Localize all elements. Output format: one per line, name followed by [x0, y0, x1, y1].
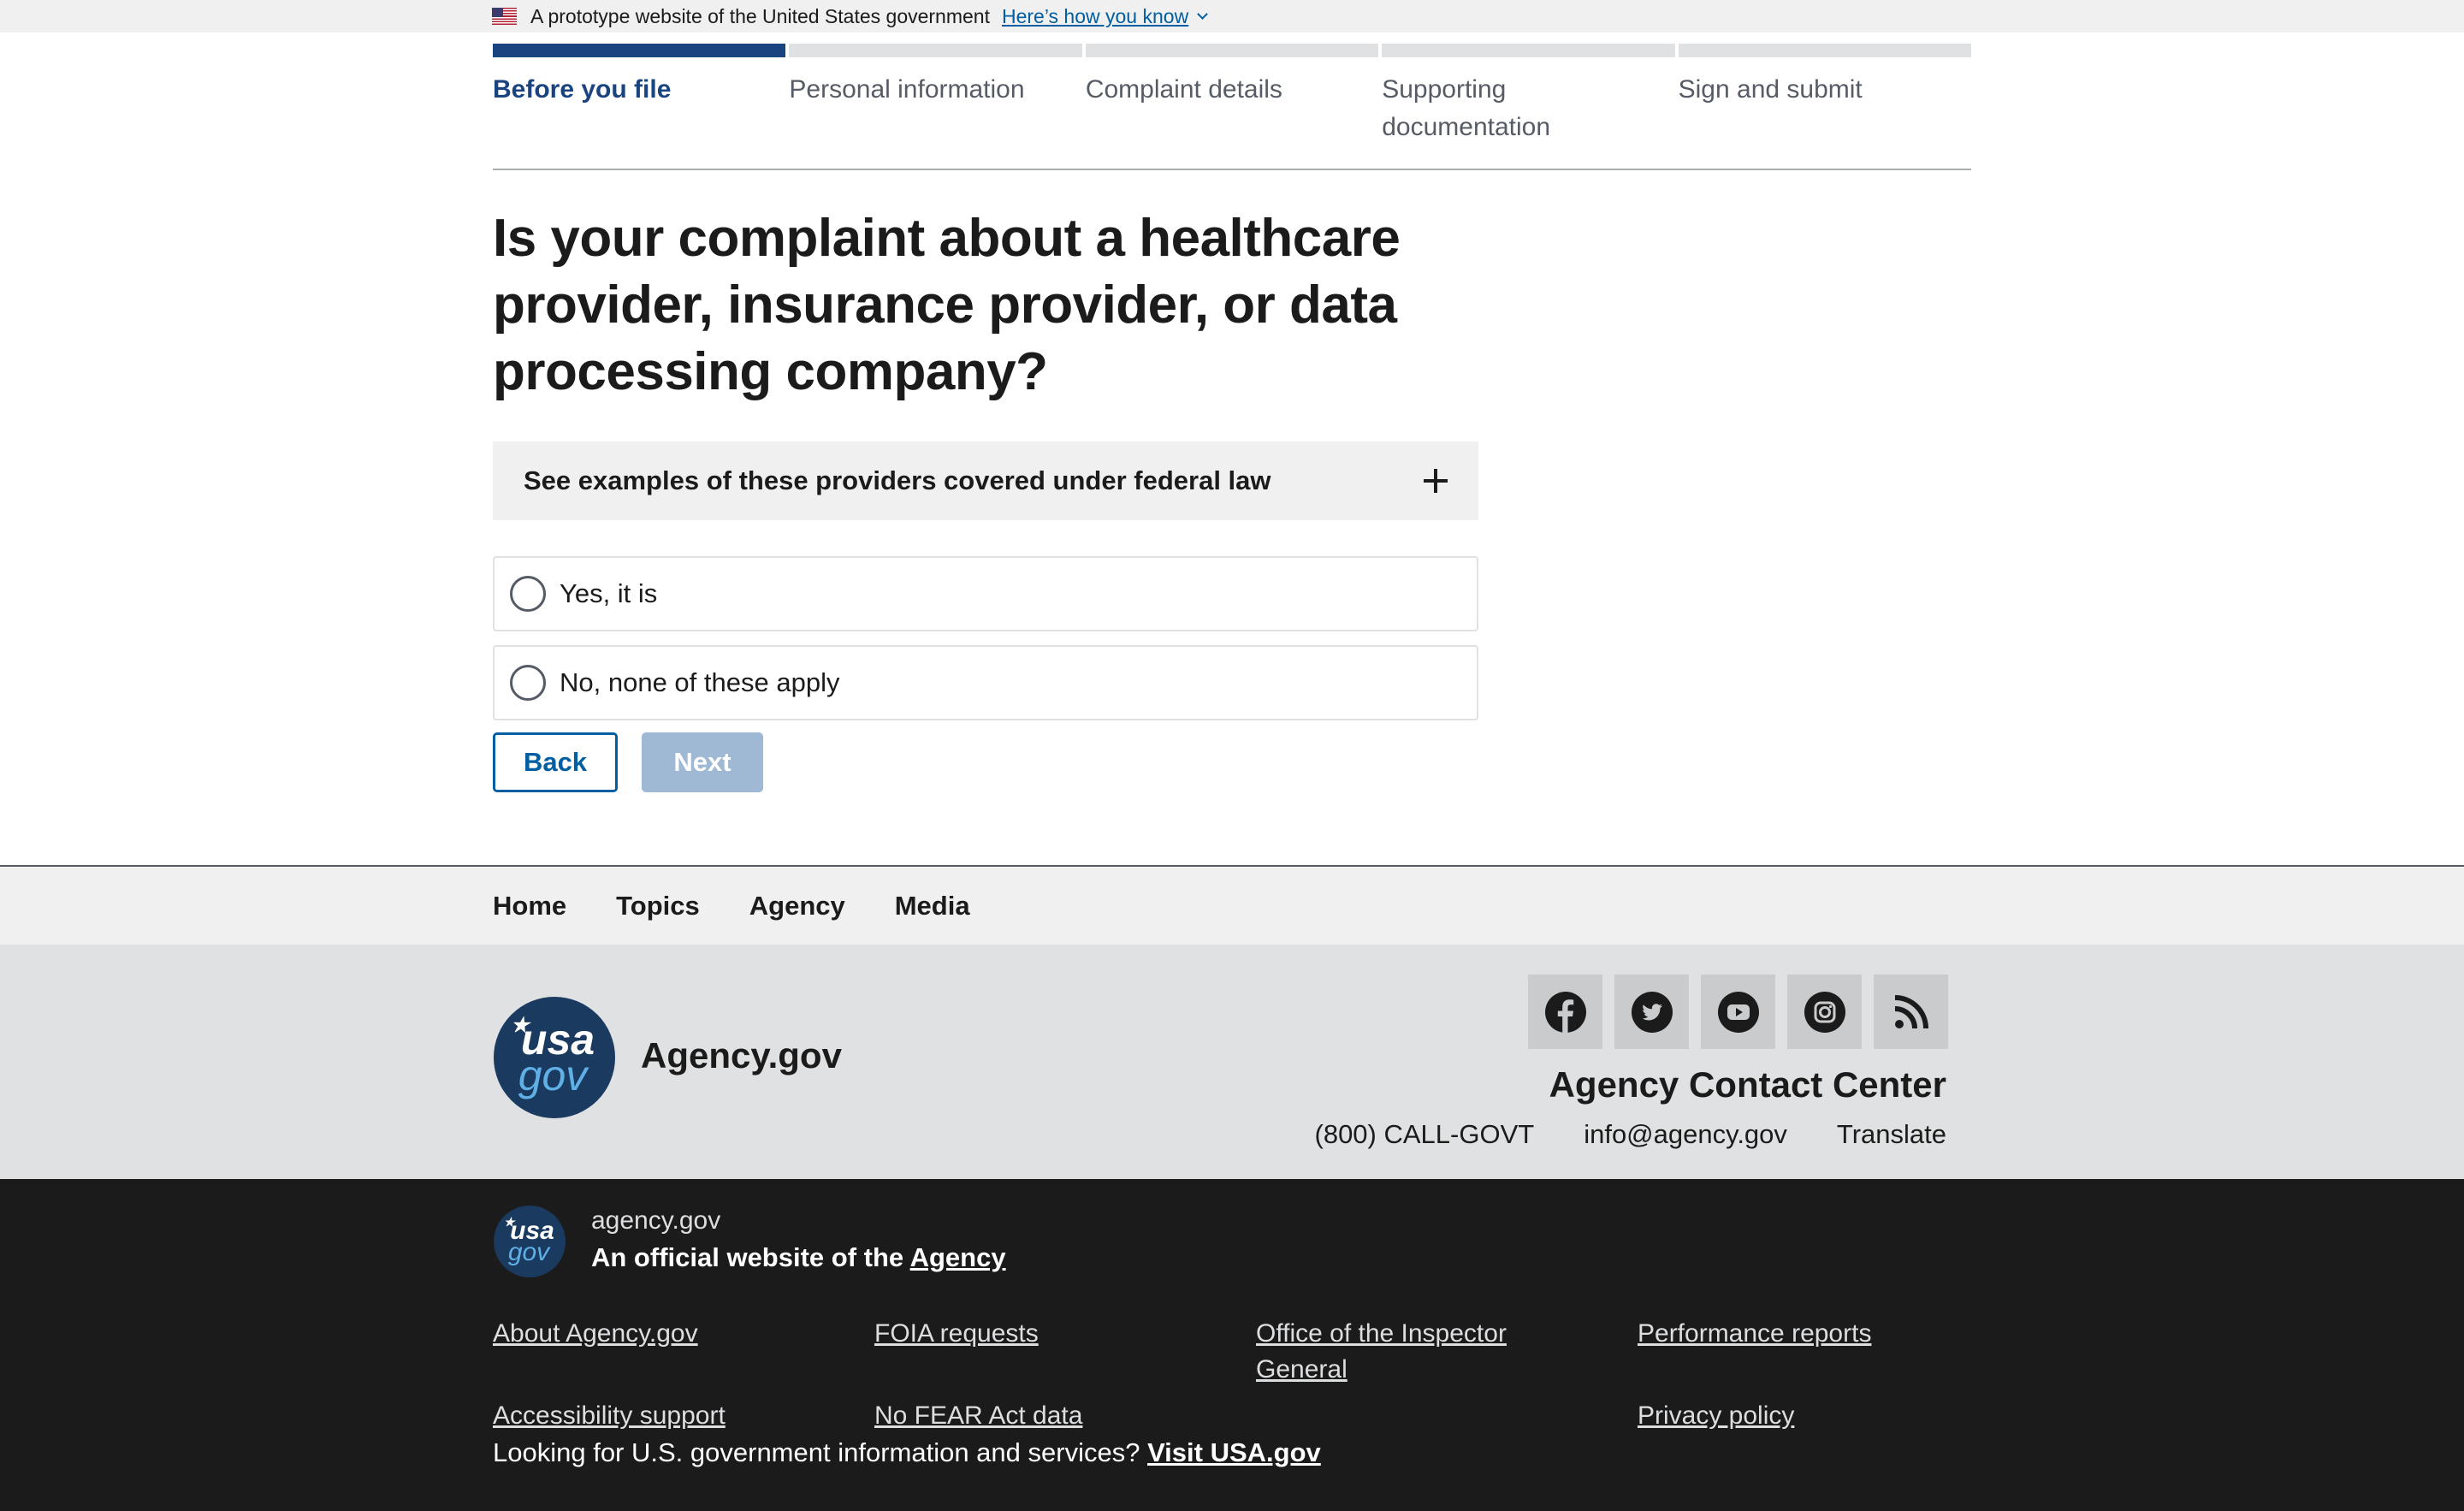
email-link[interactable]: info@agency.gov	[1584, 1119, 1787, 1150]
step-label: Sign and submit	[1678, 75, 1863, 104]
instagram-icon	[1804, 991, 1845, 1033]
step-supporting-documentation: Supporting documentation	[1382, 44, 1675, 146]
identifier: ★ usa gov agency.gov An official website…	[0, 1179, 2464, 1511]
next-button[interactable]: Next	[642, 732, 763, 792]
identifier-official-text: An official website of the Agency	[591, 1242, 1006, 1273]
radio-option-no[interactable]: No, none of these apply	[493, 645, 1478, 720]
identifier-domain: agency.gov	[591, 1206, 721, 1235]
usagov-logo-small[interactable]: ★ usa gov	[494, 1206, 566, 1277]
phone-link[interactable]: (800) CALL-GOVT	[1315, 1119, 1535, 1150]
twitter-link[interactable]	[1614, 975, 1689, 1049]
empty-cell	[1256, 1398, 1638, 1434]
footer-nav-topics[interactable]: Topics	[616, 891, 700, 921]
step-label: Personal information	[789, 75, 1025, 104]
youtube-link[interactable]	[1701, 975, 1775, 1049]
identifier-links: About Agency.gov FOIA requests Office of…	[493, 1316, 1971, 1434]
back-button[interactable]: Back	[493, 732, 618, 792]
rss-link[interactable]	[1874, 975, 1948, 1049]
accessibility-support-link[interactable]: Accessibility support	[493, 1398, 874, 1434]
official-prefix: An official website of the	[591, 1242, 910, 1272]
visit-usagov-link[interactable]: Visit USA.gov	[1147, 1437, 1321, 1467]
step-indicator: Before you file Personal information Com…	[493, 44, 1972, 146]
usagov-promo: Looking for U.S. government information …	[493, 1437, 1321, 1468]
facebook-link[interactable]	[1528, 975, 1602, 1049]
heres-how-you-know-label[interactable]: Here’s how you know	[1002, 5, 1188, 28]
gov-banner: A prototype website of the United States…	[0, 0, 2464, 33]
step-divider	[493, 169, 1971, 170]
heres-how-you-know-link[interactable]: Here’s how you know	[1002, 5, 1209, 28]
radio-button[interactable]	[510, 576, 546, 612]
step-complaint-details: Complaint details	[1085, 44, 1379, 146]
us-flag-icon	[492, 8, 517, 25]
privacy-policy-link[interactable]: Privacy policy	[1638, 1398, 2019, 1434]
footer-nav-media[interactable]: Media	[895, 891, 970, 921]
step-bar	[1382, 44, 1675, 57]
performance-reports-link[interactable]: Performance reports	[1638, 1316, 2019, 1388]
star-icon: ★	[511, 1014, 530, 1037]
facebook-icon	[1544, 991, 1586, 1034]
step-personal-information: Personal information	[789, 44, 1082, 146]
accordion-label[interactable]: See examples of these providers covered …	[524, 465, 1271, 496]
foia-requests-link[interactable]: FOIA requests	[874, 1316, 1256, 1388]
no-fear-act-link[interactable]: No FEAR Act data	[874, 1398, 1256, 1434]
footer-secondary: ★ usa gov Agency.gov Agency Contact Cent…	[0, 945, 2464, 1179]
twitter-icon	[1631, 991, 1673, 1033]
page-title: Is your complaint about a healthcare pro…	[493, 209, 1401, 401]
logo-gov-text: gov	[507, 1238, 550, 1266]
footer-nav-agency[interactable]: Agency	[749, 891, 845, 921]
radio-button[interactable]	[510, 665, 546, 701]
step-before-you-file: Before you file	[493, 44, 786, 146]
step-label: Before you file	[493, 75, 672, 104]
step-bar	[493, 44, 786, 57]
logo-gov-text: gov	[518, 1052, 588, 1099]
gov-banner-text: A prototype website of the United States…	[530, 4, 990, 27]
step-label: Supporting documentation	[1382, 75, 1551, 141]
rss-icon	[1894, 994, 1928, 1028]
contact-center-heading: Agency Contact Center	[1549, 1064, 1946, 1105]
radio-label[interactable]: Yes, it is	[560, 578, 657, 609]
youtube-icon	[1717, 991, 1759, 1033]
inspector-general-link[interactable]: Office of the Inspector General	[1256, 1316, 1638, 1388]
step-bar	[789, 44, 1082, 57]
step-bar	[1678, 44, 1972, 57]
chevron-down-icon	[1197, 9, 1209, 20]
translate-link[interactable]: Translate	[1837, 1119, 1946, 1150]
step-label: Complaint details	[1085, 75, 1282, 104]
footer-nav: Home Topics Agency Media	[0, 865, 2464, 945]
radio-option-yes[interactable]: Yes, it is	[493, 556, 1478, 631]
step-sign-and-submit: Sign and submit	[1678, 44, 1972, 146]
providers-examples-accordion[interactable]: See examples of these providers covered …	[493, 441, 1478, 520]
instagram-link[interactable]	[1787, 975, 1862, 1049]
agency-link[interactable]: Agency	[910, 1242, 1006, 1272]
social-links	[1528, 975, 1948, 1049]
usagov-logo[interactable]: ★ usa gov	[494, 997, 615, 1118]
plus-icon[interactable]	[1424, 469, 1448, 493]
contact-info: (800) CALL-GOVT info@agency.gov Translat…	[1315, 1119, 1947, 1150]
agency-name: Agency.gov	[641, 1035, 842, 1075]
about-agency-link[interactable]: About Agency.gov	[493, 1316, 874, 1388]
step-bar	[1085, 44, 1379, 57]
usagov-promo-text: Looking for U.S. government information …	[493, 1437, 1148, 1467]
footer-nav-home[interactable]: Home	[493, 891, 566, 921]
star-icon: ★	[504, 1215, 515, 1229]
radio-label[interactable]: No, none of these apply	[560, 667, 839, 698]
